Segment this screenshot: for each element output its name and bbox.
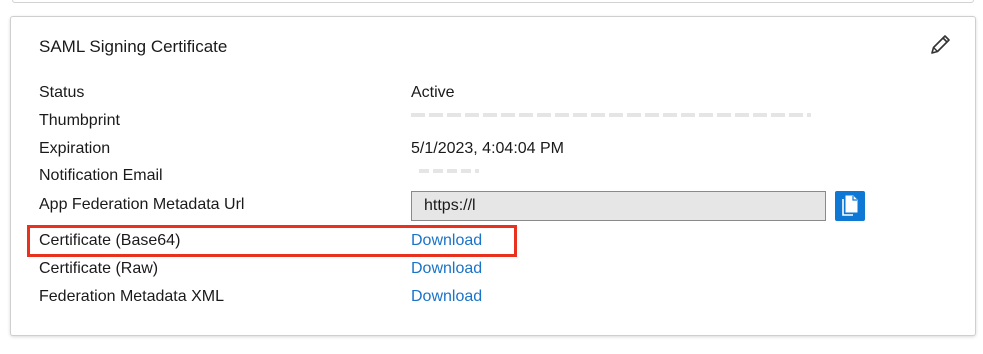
metadata-url-label: App Federation Metadata Url	[39, 196, 245, 213]
saml-signing-certificate-card: SAML Signing Certificate Status Active T…	[10, 16, 976, 336]
metadata-url-field[interactable]	[411, 191, 826, 221]
status-label: Status	[39, 84, 85, 101]
cert-raw-download-link[interactable]: Download	[411, 259, 482, 279]
notification-email-value-redacted	[419, 169, 479, 173]
status-value: Active	[411, 84, 455, 101]
copy-to-clipboard-button[interactable]	[835, 191, 865, 221]
highlight-box	[27, 225, 517, 257]
federation-xml-label: Federation Metadata XML	[39, 288, 224, 305]
thumbprint-label: Thumbprint	[39, 112, 120, 129]
expiration-value: 5/1/2023, 4:04:04 PM	[411, 140, 564, 157]
federation-xml-download-link[interactable]: Download	[411, 287, 482, 307]
pencil-icon	[931, 35, 950, 54]
notification-email-label: Notification Email	[39, 167, 163, 184]
expiration-label: Expiration	[39, 140, 111, 157]
previous-card-edge	[12, 0, 974, 3]
thumbprint-value-redacted	[411, 113, 811, 117]
cert-raw-label: Certificate (Raw)	[39, 260, 159, 277]
copy-icon	[842, 195, 858, 216]
card-title: SAML Signing Certificate	[39, 37, 228, 56]
edit-button[interactable]	[926, 31, 954, 59]
